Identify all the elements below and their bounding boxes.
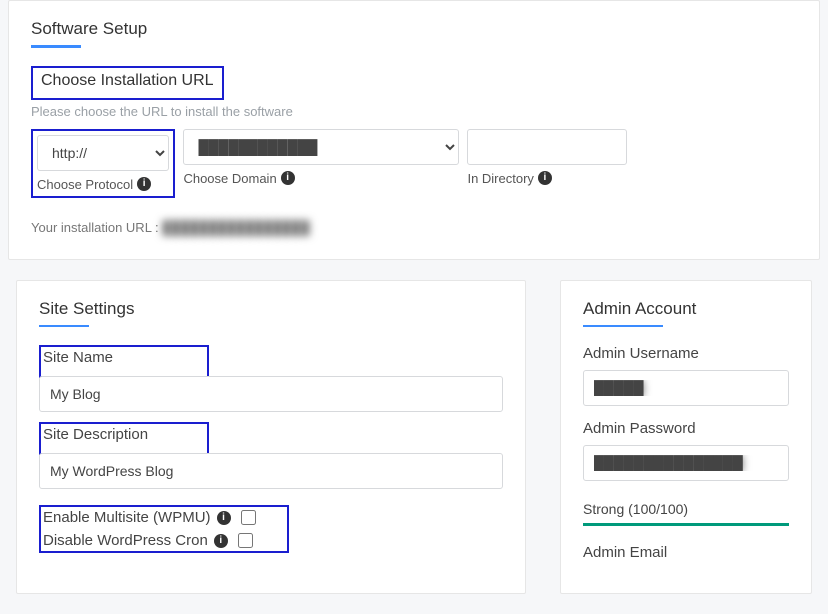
software-setup-panel: Software Setup Choose Installation URL P…: [8, 0, 820, 260]
site-settings-title: Site Settings: [39, 299, 503, 319]
multisite-label: Enable Multisite (WPMU): [43, 509, 211, 526]
cron-label: Disable WordPress Cron: [43, 532, 208, 549]
admin-password-input[interactable]: [583, 445, 789, 481]
domain-select[interactable]: ████████████: [183, 129, 459, 165]
site-settings-panel: Site Settings Site Name Site Description…: [16, 280, 526, 595]
info-icon[interactable]: i: [281, 171, 295, 185]
choose-install-url-heading: Choose Installation URL: [41, 72, 214, 90]
highlight-site-desc: Site Description: [39, 422, 209, 455]
install-url-value: ████████████████: [162, 220, 309, 235]
admin-account-panel: Admin Account Admin Username Admin Passw…: [560, 280, 812, 595]
admin-email-label: Admin Email: [583, 544, 789, 561]
admin-username-input[interactable]: [583, 370, 789, 406]
title-underline: [583, 325, 663, 328]
software-setup-title: Software Setup: [31, 19, 797, 39]
password-strength: Strong (100/100): [583, 501, 789, 526]
cron-checkbox[interactable]: [238, 533, 253, 548]
info-icon[interactable]: i: [137, 177, 151, 191]
directory-input[interactable]: [467, 129, 627, 165]
site-desc-input[interactable]: [39, 453, 503, 489]
site-name-input[interactable]: [39, 376, 503, 412]
info-icon[interactable]: i: [217, 511, 231, 525]
admin-username-label: Admin Username: [583, 345, 789, 362]
multisite-row: Enable Multisite (WPMU) i: [43, 509, 283, 526]
highlight-install-url-heading: Choose Installation URL: [31, 66, 224, 100]
directory-label: In Directory i: [467, 171, 627, 186]
title-underline: [39, 325, 89, 328]
title-underline: [31, 45, 81, 48]
protocol-select[interactable]: http://: [37, 135, 169, 171]
admin-account-title: Admin Account: [583, 299, 789, 319]
multisite-checkbox[interactable]: [241, 510, 256, 525]
info-icon[interactable]: i: [538, 171, 552, 185]
install-url-line: Your installation URL : ████████████████: [31, 220, 797, 235]
highlight-protocol-group: http:// Choose Protocol i: [31, 129, 175, 198]
info-icon[interactable]: i: [214, 534, 228, 548]
site-name-label: Site Name: [43, 349, 203, 366]
protocol-label: Choose Protocol i: [37, 177, 169, 192]
site-desc-label: Site Description: [43, 426, 203, 443]
cron-row: Disable WordPress Cron i: [43, 532, 283, 549]
choose-install-url-sub: Please choose the URL to install the sof…: [31, 104, 797, 119]
domain-label: Choose Domain i: [183, 171, 459, 186]
admin-password-label: Admin Password: [583, 420, 789, 437]
highlight-site-name: Site Name: [39, 345, 209, 378]
highlight-options: Enable Multisite (WPMU) i Disable WordPr…: [39, 505, 289, 553]
